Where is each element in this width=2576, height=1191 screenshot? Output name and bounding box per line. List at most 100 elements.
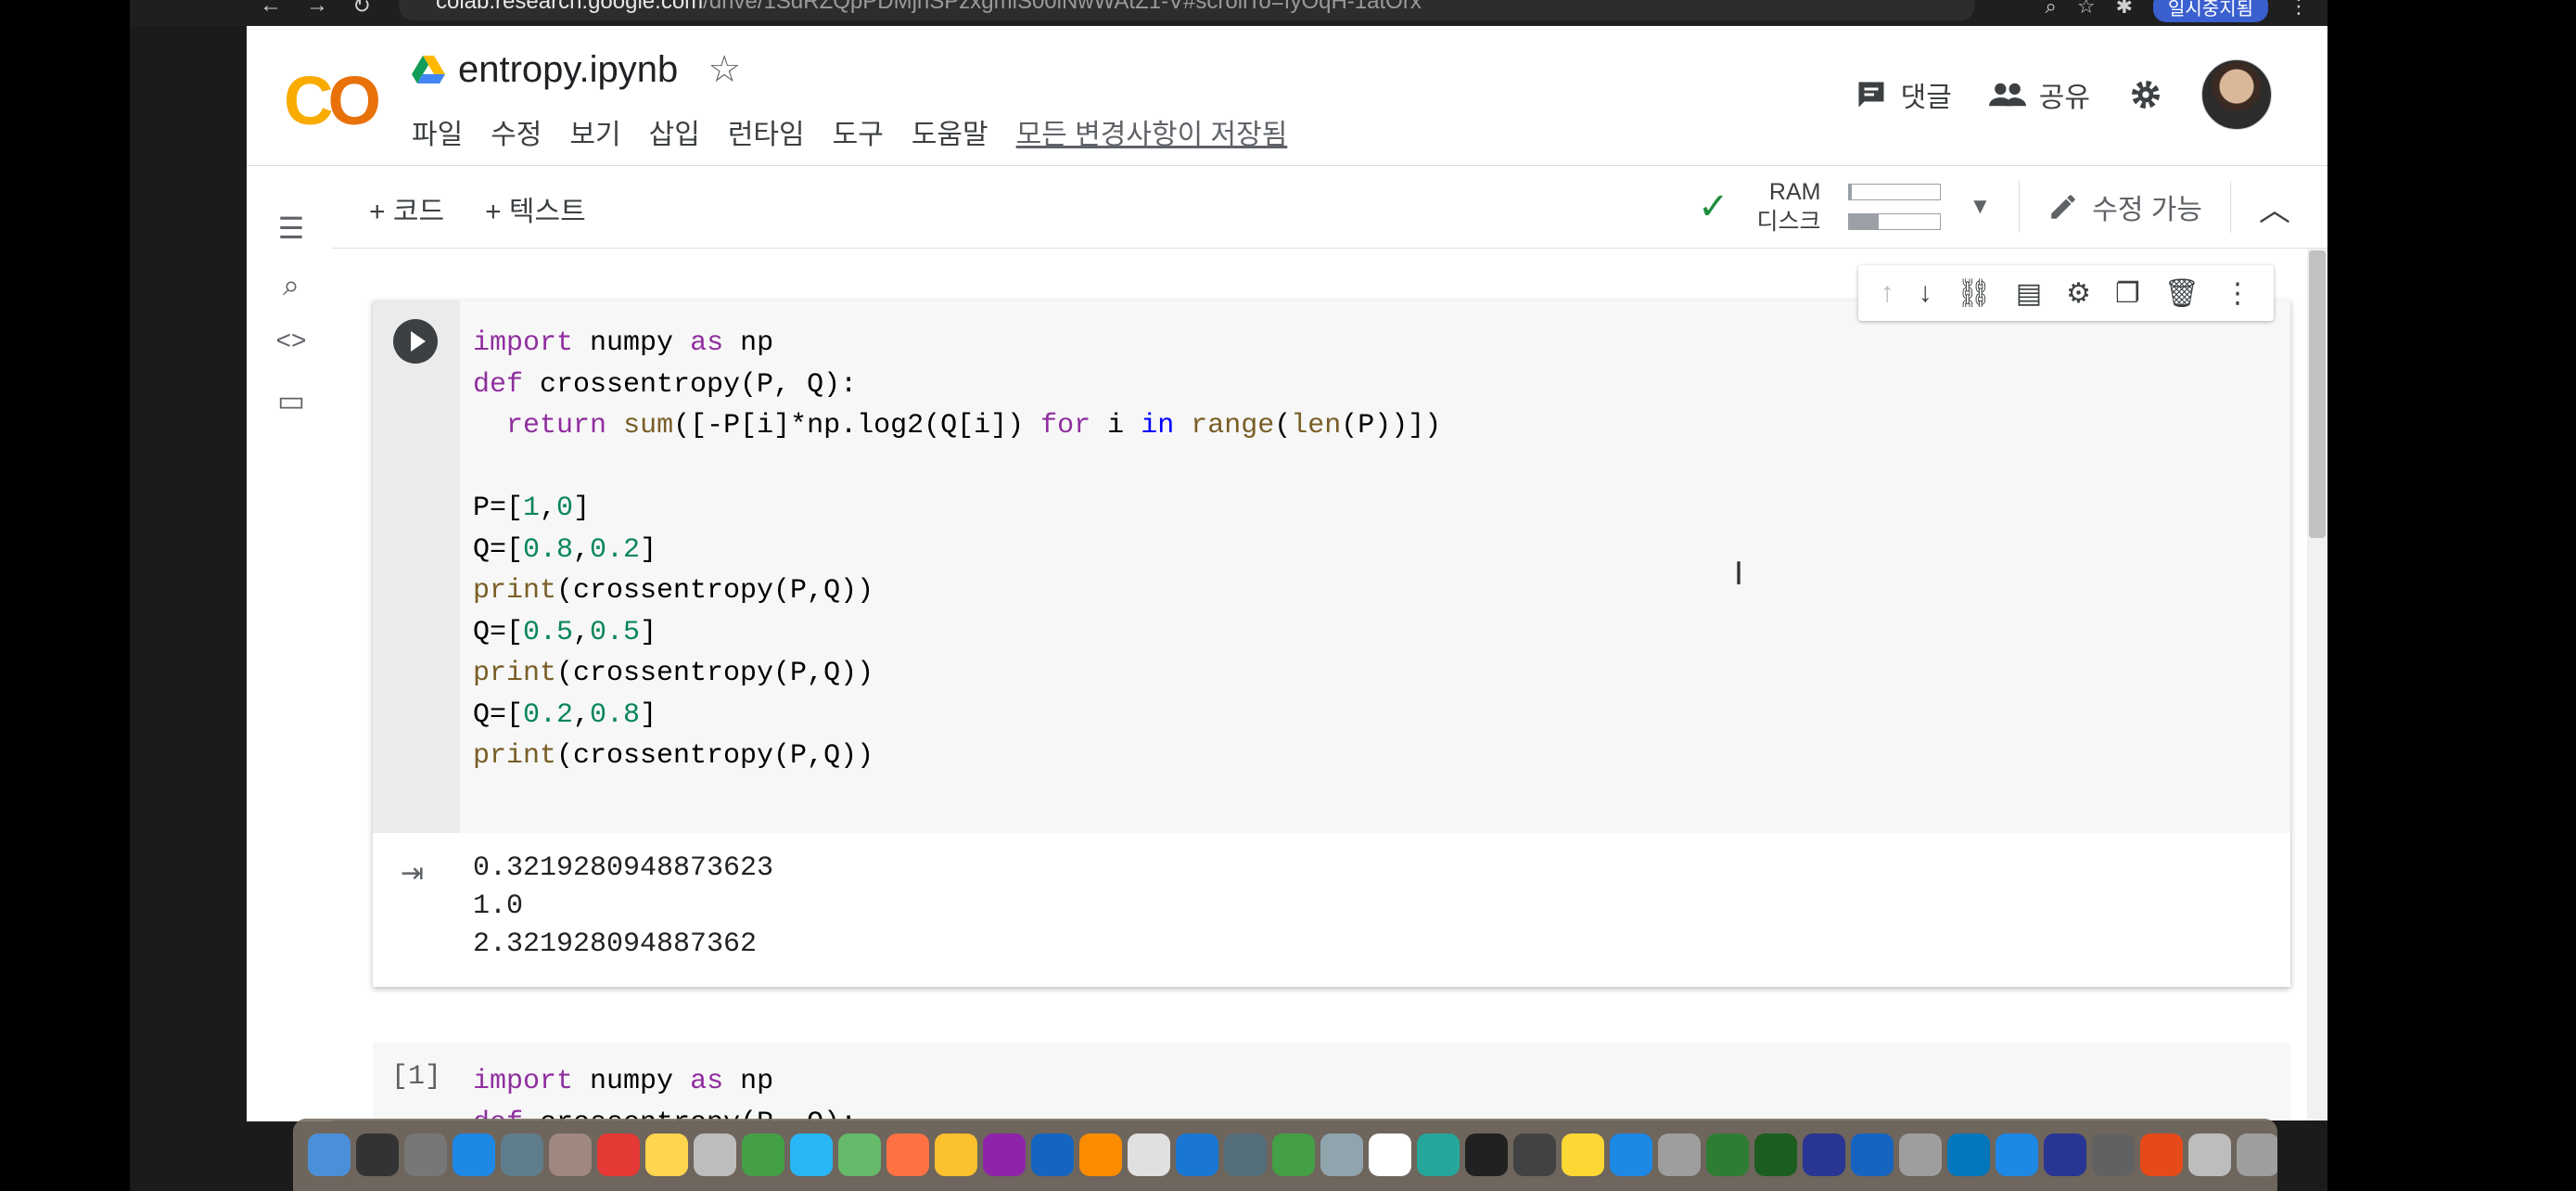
- dock-app-icon[interactable]: [549, 1133, 592, 1176]
- dock-app-icon[interactable]: [404, 1133, 447, 1176]
- dock-app-icon[interactable]: [790, 1133, 833, 1176]
- dock-app-icon[interactable]: [1562, 1133, 1604, 1176]
- dock-app-icon[interactable]: [308, 1133, 351, 1176]
- dock-app-icon[interactable]: [1947, 1133, 1990, 1176]
- link-icon[interactable]: ⛓: [1957, 277, 1992, 310]
- cell-settings-icon[interactable]: ⚙: [2066, 277, 2091, 310]
- browser-menu-icon[interactable]: ⋮: [2289, 0, 2309, 19]
- search-icon[interactable]: ⌕: [273, 268, 310, 305]
- extensions-icon[interactable]: ✱: [2116, 0, 2133, 19]
- dock-app-icon[interactable]: [1272, 1133, 1315, 1176]
- colab-logo[interactable]: CO: [284, 61, 381, 140]
- run-cell-button[interactable]: [393, 319, 438, 364]
- profile-chip[interactable]: 일시중지됨: [2153, 0, 2268, 22]
- dock-app-icon[interactable]: [1417, 1133, 1460, 1176]
- notebook-scrollbar[interactable]: [2307, 249, 2327, 1121]
- menu-runtime[interactable]: 런타임: [728, 111, 805, 152]
- folder-icon[interactable]: ▭: [273, 383, 310, 420]
- menu-edit[interactable]: 수정: [491, 111, 542, 152]
- table-of-contents-icon[interactable]: ☰: [273, 211, 310, 248]
- dock-app-icon[interactable]: [1079, 1133, 1122, 1176]
- dock-app-icon[interactable]: [453, 1133, 495, 1176]
- dock-app-icon[interactable]: [1754, 1133, 1797, 1176]
- cell2-line-1-keyword-import: import: [473, 1066, 574, 1097]
- code-snippets-icon[interactable]: <>: [273, 326, 310, 363]
- add-text-button[interactable]: + 텍스트: [485, 188, 586, 229]
- dock-app-icon[interactable]: [597, 1133, 640, 1176]
- code-editor[interactable]: import numpy as np def crossentropy(P, Q…: [473, 323, 1441, 777]
- notebook-title[interactable]: entropy.ipynb: [458, 49, 678, 91]
- dock-app-icon[interactable]: [742, 1133, 784, 1176]
- scrollbar-thumb[interactable]: [2309, 250, 2326, 538]
- connected-check-icon: ✓: [1697, 186, 1729, 227]
- dock-app-icon[interactable]: [2188, 1133, 2231, 1176]
- settings-gear-icon[interactable]: [2127, 76, 2164, 113]
- menu-tools[interactable]: 도구: [833, 111, 884, 152]
- dock-app-icon[interactable]: [1031, 1133, 1074, 1176]
- dock-app-icon[interactable]: [1176, 1133, 1218, 1176]
- dock-app-icon[interactable]: [886, 1133, 929, 1176]
- reload-icon[interactable]: ↻: [352, 0, 371, 19]
- dock-app-icon[interactable]: [501, 1133, 543, 1176]
- save-status[interactable]: 모든 변경사항이 저장됨: [1016, 111, 1288, 152]
- add-code-button[interactable]: + 코드: [369, 188, 444, 229]
- code-cell-active[interactable]: ↑ ↓ ⛓ ▤ ⚙ ❐ 🗑 ⋮ import numpy as np def c…: [373, 265, 2290, 987]
- user-avatar[interactable]: [2201, 59, 2272, 130]
- dock-app-icon[interactable]: [1465, 1133, 1508, 1176]
- dock-app-icon[interactable]: [1128, 1133, 1170, 1176]
- bookmark-star-icon[interactable]: ☆: [2077, 0, 2096, 19]
- resource-bars[interactable]: [1848, 184, 1942, 230]
- runtime-dropdown-icon[interactable]: ▼: [1969, 194, 1991, 220]
- dock-app-icon[interactable]: [694, 1133, 736, 1176]
- dock-app-icon[interactable]: [2140, 1133, 2183, 1176]
- edit-mode-button[interactable]: 수정 가능: [2047, 186, 2202, 227]
- dock-app-icon[interactable]: [1803, 1133, 1845, 1176]
- dock-app-icon[interactable]: [1610, 1133, 1652, 1176]
- resource-labels[interactable]: RAM 디스크: [1756, 177, 1820, 237]
- star-icon[interactable]: ☆: [708, 48, 741, 91]
- dock-app-icon[interactable]: [1899, 1133, 1942, 1176]
- clear-output-icon[interactable]: ⇥: [401, 857, 424, 890]
- menu-insert[interactable]: 삽입: [649, 111, 700, 152]
- dock-app-icon[interactable]: [2092, 1133, 2135, 1176]
- dock-app-icon[interactable]: [2044, 1133, 2086, 1176]
- dock-app-icon[interactable]: [645, 1133, 688, 1176]
- dock-app-icon[interactable]: [1369, 1133, 1411, 1176]
- dock-app-icon[interactable]: [1224, 1133, 1267, 1176]
- dock-app-icon[interactable]: [1658, 1133, 1701, 1176]
- delete-cell-icon[interactable]: 🗑: [2164, 277, 2200, 310]
- menu-view[interactable]: 보기: [569, 111, 620, 152]
- mirror-cell-icon[interactable]: ❐: [2115, 277, 2140, 310]
- cell-code-area[interactable]: import numpy as np def crossentropy(P, Q…: [373, 301, 2290, 833]
- address-bar[interactable]: colab.research.google.com/drive/1SdRZQpP…: [399, 0, 1975, 20]
- share-button[interactable]: 공유: [1988, 74, 2090, 115]
- zoom-icon[interactable]: ⌕: [2046, 0, 2057, 19]
- move-cell-up-icon[interactable]: ↑: [1881, 277, 1894, 309]
- colab-header: CO entropy.ipynb ☆ 파일 수정 보기 삽입 런타임 도구 도움…: [247, 26, 2327, 166]
- menu-help[interactable]: 도움말: [912, 111, 988, 152]
- add-comment-icon[interactable]: ▤: [2016, 277, 2042, 310]
- code-cell-2[interactable]: [1] import numpy as np def crossentropy(…: [373, 1043, 2290, 1121]
- code-line-1-keyword-import: import: [473, 327, 574, 359]
- dock-app-icon[interactable]: [1513, 1133, 1556, 1176]
- code-editor-2[interactable]: import numpy as np def crossentropy(P, Q…: [473, 1061, 857, 1121]
- dock-app-icon[interactable]: [1851, 1133, 1894, 1176]
- collapse-header-icon[interactable]: ︿: [2259, 185, 2290, 230]
- more-options-icon[interactable]: ⋮: [2224, 277, 2251, 310]
- cell2-line-1-keyword-as: as: [690, 1066, 724, 1097]
- dock-app-icon[interactable]: [935, 1133, 977, 1176]
- menu-file[interactable]: 파일: [412, 111, 463, 152]
- forward-icon[interactable]: →: [306, 0, 328, 19]
- dock-app-icon[interactable]: [356, 1133, 399, 1176]
- google-drive-icon[interactable]: [412, 56, 445, 83]
- dock-app-icon[interactable]: [1320, 1133, 1363, 1176]
- dock-app-icon[interactable]: [2237, 1133, 2277, 1176]
- dock-app-icon[interactable]: [983, 1133, 1026, 1176]
- dock-app-icon[interactable]: [838, 1133, 881, 1176]
- comment-button[interactable]: 댓글: [1855, 74, 1952, 115]
- ram-usage-bar: [1848, 184, 1942, 200]
- dock-app-icon[interactable]: [1706, 1133, 1749, 1176]
- back-icon[interactable]: ←: [260, 0, 282, 19]
- move-cell-down-icon[interactable]: ↓: [1919, 277, 1932, 309]
- dock-app-icon[interactable]: [1996, 1133, 2038, 1176]
